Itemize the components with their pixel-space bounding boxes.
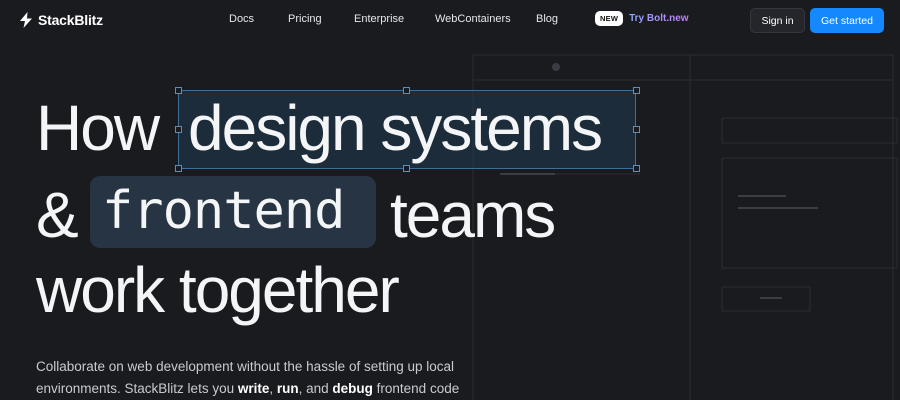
brand-logo[interactable]: StackBlitz: [20, 12, 103, 28]
hero-highlight-design-systems: design systems: [188, 92, 603, 164]
hero-line-how: How: [36, 92, 160, 164]
hero-highlight-frontend: frontend: [102, 181, 345, 241]
desc-sep: , and: [298, 381, 333, 396]
desc-debug: debug: [332, 381, 373, 396]
selection-handle: [175, 87, 182, 94]
bolt-logo-icon: [20, 12, 32, 28]
try-bolt-label: Try Bolt.new: [629, 13, 689, 24]
hero-line-work-together: work together: [36, 254, 400, 326]
desc-write: write: [237, 381, 270, 396]
get-started-button[interactable]: Get started: [810, 8, 884, 33]
new-badge: NEW: [595, 11, 624, 26]
try-bolt-link[interactable]: NEW Try Bolt.new: [595, 11, 689, 26]
sign-in-button[interactable]: Sign in: [750, 8, 805, 33]
hero-line-ampersand: &: [36, 179, 79, 251]
nav-link-docs[interactable]: Docs: [229, 13, 254, 25]
brand-name: StackBlitz: [38, 12, 103, 28]
nav-link-blog[interactable]: Blog: [536, 13, 558, 25]
nav-link-pricing[interactable]: Pricing: [288, 13, 322, 25]
selection-handle: [633, 87, 640, 94]
selection-handle: [403, 165, 410, 172]
hero-word-teams: teams: [390, 179, 556, 251]
top-navigation: StackBlitz Docs Pricing Enterprise WebCo…: [0, 0, 900, 42]
nav-link-enterprise[interactable]: Enterprise: [354, 13, 404, 25]
selection-handle: [175, 126, 182, 133]
selection-handle: [633, 126, 640, 133]
selection-handle: [175, 165, 182, 172]
desc-run: run: [276, 381, 299, 396]
selection-handle: [633, 165, 640, 172]
desc-sep: ,: [269, 381, 277, 396]
nav-link-webcontainers[interactable]: WebContainers: [435, 13, 511, 25]
desc-text-end: frontend code: [372, 381, 460, 396]
hero-description: Collaborate on web development without t…: [36, 356, 466, 400]
